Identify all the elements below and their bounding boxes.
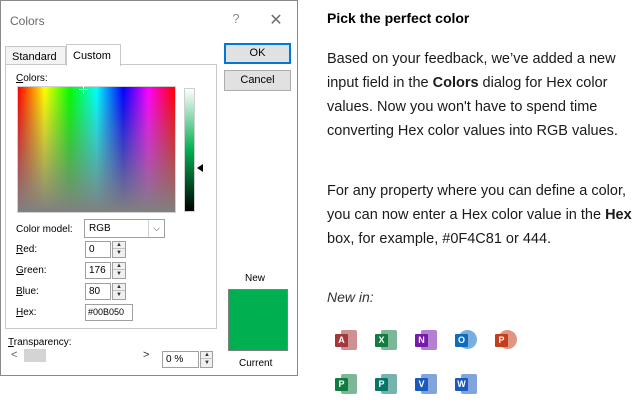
green-spinner[interactable]: ▲ ▼ — [112, 262, 126, 279]
spin-up-icon[interactable]: ▲ — [113, 263, 125, 270]
paragraph-2-text-a: For any property where you can define a … — [327, 183, 627, 223]
excel-icon: X — [375, 329, 397, 351]
green-input[interactable]: 176 — [85, 262, 111, 279]
red-spinner[interactable]: ▲ ▼ — [112, 241, 126, 258]
article-heading: Pick the perfect color — [327, 10, 470, 26]
paragraph-1: Based on your feedback, we’ve added a ne… — [327, 47, 632, 143]
paragraph-2-text-c: box, for example, #0F4C81 or 444. — [327, 231, 552, 247]
outlook-icon: O — [455, 329, 477, 351]
blue-spinner[interactable]: ▲ ▼ — [112, 283, 126, 300]
luminance-arrow-icon[interactable] — [197, 164, 203, 172]
transparency-label-text: ransparency: — [13, 337, 72, 348]
color-model-value: RGB — [89, 223, 111, 234]
color-model-label: Color model: — [16, 224, 73, 235]
transparency-input[interactable]: 0 % — [162, 351, 199, 368]
hex-input[interactable]: #00B050 — [85, 304, 133, 321]
dialog-titlebar[interactable]: Colors ? ✕ — [1, 1, 297, 35]
onenote-icon: N — [415, 329, 437, 351]
spin-up-icon[interactable]: ▲ — [113, 242, 125, 249]
transparency-spinner[interactable]: ▲ ▼ — [200, 351, 213, 368]
green-label: Green: — [16, 265, 47, 276]
red-input[interactable]: 0 — [85, 241, 111, 258]
spin-down-icon[interactable]: ▼ — [113, 292, 125, 299]
tab-custom[interactable]: Custom — [66, 44, 121, 66]
tab-standard[interactable]: Standard — [5, 46, 66, 65]
transparency-label: Transparency: — [8, 337, 72, 348]
green-label-text: reen: — [23, 265, 47, 276]
blue-accel: B — [16, 286, 23, 297]
new-in-label: New in: — [327, 289, 374, 305]
blue-label-text: lue: — [22, 286, 39, 297]
new-color-swatch — [228, 289, 288, 351]
spectrum-crosshair[interactable] — [79, 85, 88, 94]
current-color-label: Current — [239, 358, 273, 369]
transparency-slider[interactable]: < > — [9, 349, 151, 364]
cancel-button[interactable]: Cancel — [224, 70, 291, 91]
hex-label: Hex: — [16, 307, 37, 318]
scroll-left-icon[interactable]: < — [11, 349, 17, 361]
spin-down-icon[interactable]: ▼ — [201, 360, 213, 367]
color-model-select[interactable]: RGB ⌵ — [84, 219, 165, 238]
blue-label: Blue: — [16, 286, 39, 297]
help-icon[interactable]: ? — [227, 11, 245, 26]
word-icon: W — [455, 373, 477, 395]
tab-strip: Standard Custom — [5, 44, 215, 66]
new-color-label: New — [245, 273, 266, 284]
spin-up-icon[interactable]: ▲ — [113, 284, 125, 291]
transparency-thumb[interactable] — [24, 349, 46, 362]
dialog-title: Colors — [10, 14, 45, 28]
visio-icon: V — [415, 373, 437, 395]
colors-dialog: Colors ? ✕ Standard Custom Colors: Color… — [0, 0, 298, 376]
blue-input[interactable]: 80 — [85, 283, 111, 300]
colors-label: Colors: — [16, 73, 48, 84]
chevron-down-icon[interactable]: ⌵ — [148, 220, 164, 237]
project-icon: P — [335, 373, 357, 395]
close-icon[interactable]: ✕ — [267, 10, 285, 30]
red-label: Red: — [16, 244, 37, 255]
paragraph-2: For any property where you can define a … — [327, 179, 632, 251]
hex-label-text: ex: — [23, 307, 37, 318]
color-spectrum[interactable] — [17, 86, 176, 213]
publisher-icon: P — [375, 373, 397, 395]
scroll-right-icon[interactable]: > — [143, 349, 149, 361]
spin-down-icon[interactable]: ▼ — [113, 271, 125, 278]
spin-down-icon[interactable]: ▼ — [113, 250, 125, 257]
spin-up-icon[interactable]: ▲ — [201, 352, 213, 359]
access-icon: A — [335, 329, 357, 351]
powerpoint-icon: P — [495, 329, 517, 351]
paragraph-2-bold: Hex — [605, 207, 632, 223]
red-label-text: ed: — [23, 244, 38, 255]
colors-label-text: olors: — [23, 73, 48, 84]
ok-button[interactable]: OK — [224, 43, 291, 64]
green-accel: G — [16, 265, 24, 276]
paragraph-1-bold: Colors — [432, 75, 479, 91]
luminance-slider[interactable] — [184, 88, 195, 212]
